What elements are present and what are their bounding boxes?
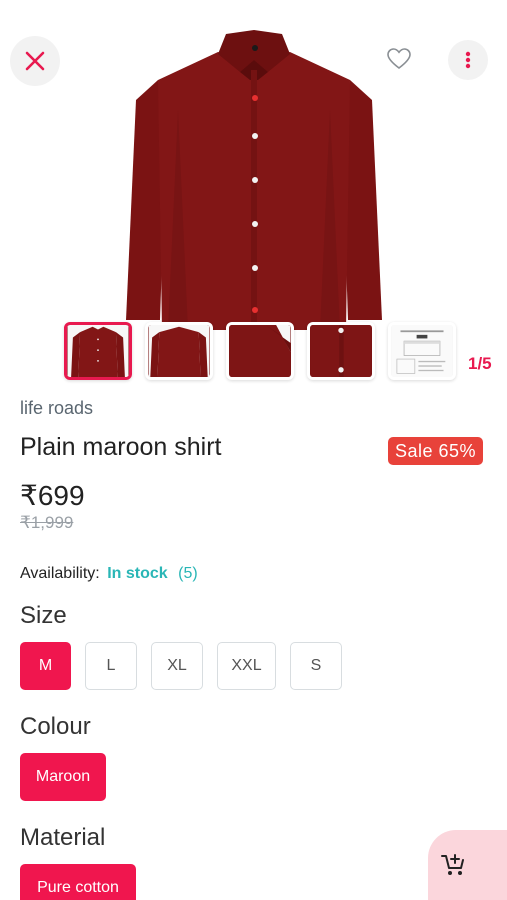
current-price: ₹699 (20, 480, 85, 511)
size-option-xl[interactable]: XL (151, 642, 203, 690)
add-to-cart-button[interactable] (428, 830, 507, 900)
stock-count: (5) (178, 565, 198, 582)
thumbnail-size-chart[interactable] (388, 322, 456, 380)
product-main-image (126, 30, 382, 330)
shirt-collar-thumbnail-image (229, 325, 291, 377)
heart-icon (387, 48, 411, 70)
close-icon (25, 51, 45, 71)
thumbnail-shirt-buttons[interactable] (307, 322, 375, 380)
product-title: Plain maroon shirt (20, 433, 222, 461)
thumbnail-shirt-front[interactable] (64, 322, 132, 380)
size-option-s[interactable]: S (290, 642, 342, 690)
availability-row: Availability: In stock (5) (20, 565, 198, 583)
size-option-l[interactable]: L (85, 642, 137, 690)
favorite-button[interactable] (384, 44, 414, 74)
sale-badge: Sale 65% (388, 437, 484, 465)
shirt-front-thumbnail-image (67, 325, 129, 377)
material-option-pure-cotton[interactable]: Pure cotton (20, 864, 136, 900)
product-image-gallery[interactable]: 1/5 (0, 0, 507, 390)
thumbnail-shirt-back[interactable] (145, 322, 213, 380)
brand-name[interactable]: life roads (20, 398, 93, 419)
thumbnail-shirt-collar[interactable] (226, 322, 294, 380)
size-option-xxl[interactable]: XXL (217, 642, 276, 690)
colour-label: Colour (20, 713, 91, 740)
image-counter: 1/5 (468, 354, 492, 373)
size-option-m[interactable]: M (20, 642, 71, 690)
size-label: Size (20, 602, 67, 629)
availability-label: Availability: (20, 565, 100, 582)
more-vertical-icon (465, 51, 471, 69)
shirt-back-thumbnail-image (148, 325, 210, 377)
stock-status: In stock (107, 565, 168, 582)
size-chart-thumbnail-image (391, 325, 453, 377)
colour-option-maroon[interactable]: Maroon (20, 753, 106, 801)
thumbnail-strip (64, 322, 456, 382)
original-price: ₹1,999 (20, 513, 74, 532)
more-options-button[interactable] (448, 40, 488, 80)
add-to-cart-icon (441, 854, 464, 875)
close-button[interactable] (10, 36, 60, 86)
shirt-buttons-thumbnail-image (310, 325, 372, 377)
material-label: Material (20, 824, 106, 851)
